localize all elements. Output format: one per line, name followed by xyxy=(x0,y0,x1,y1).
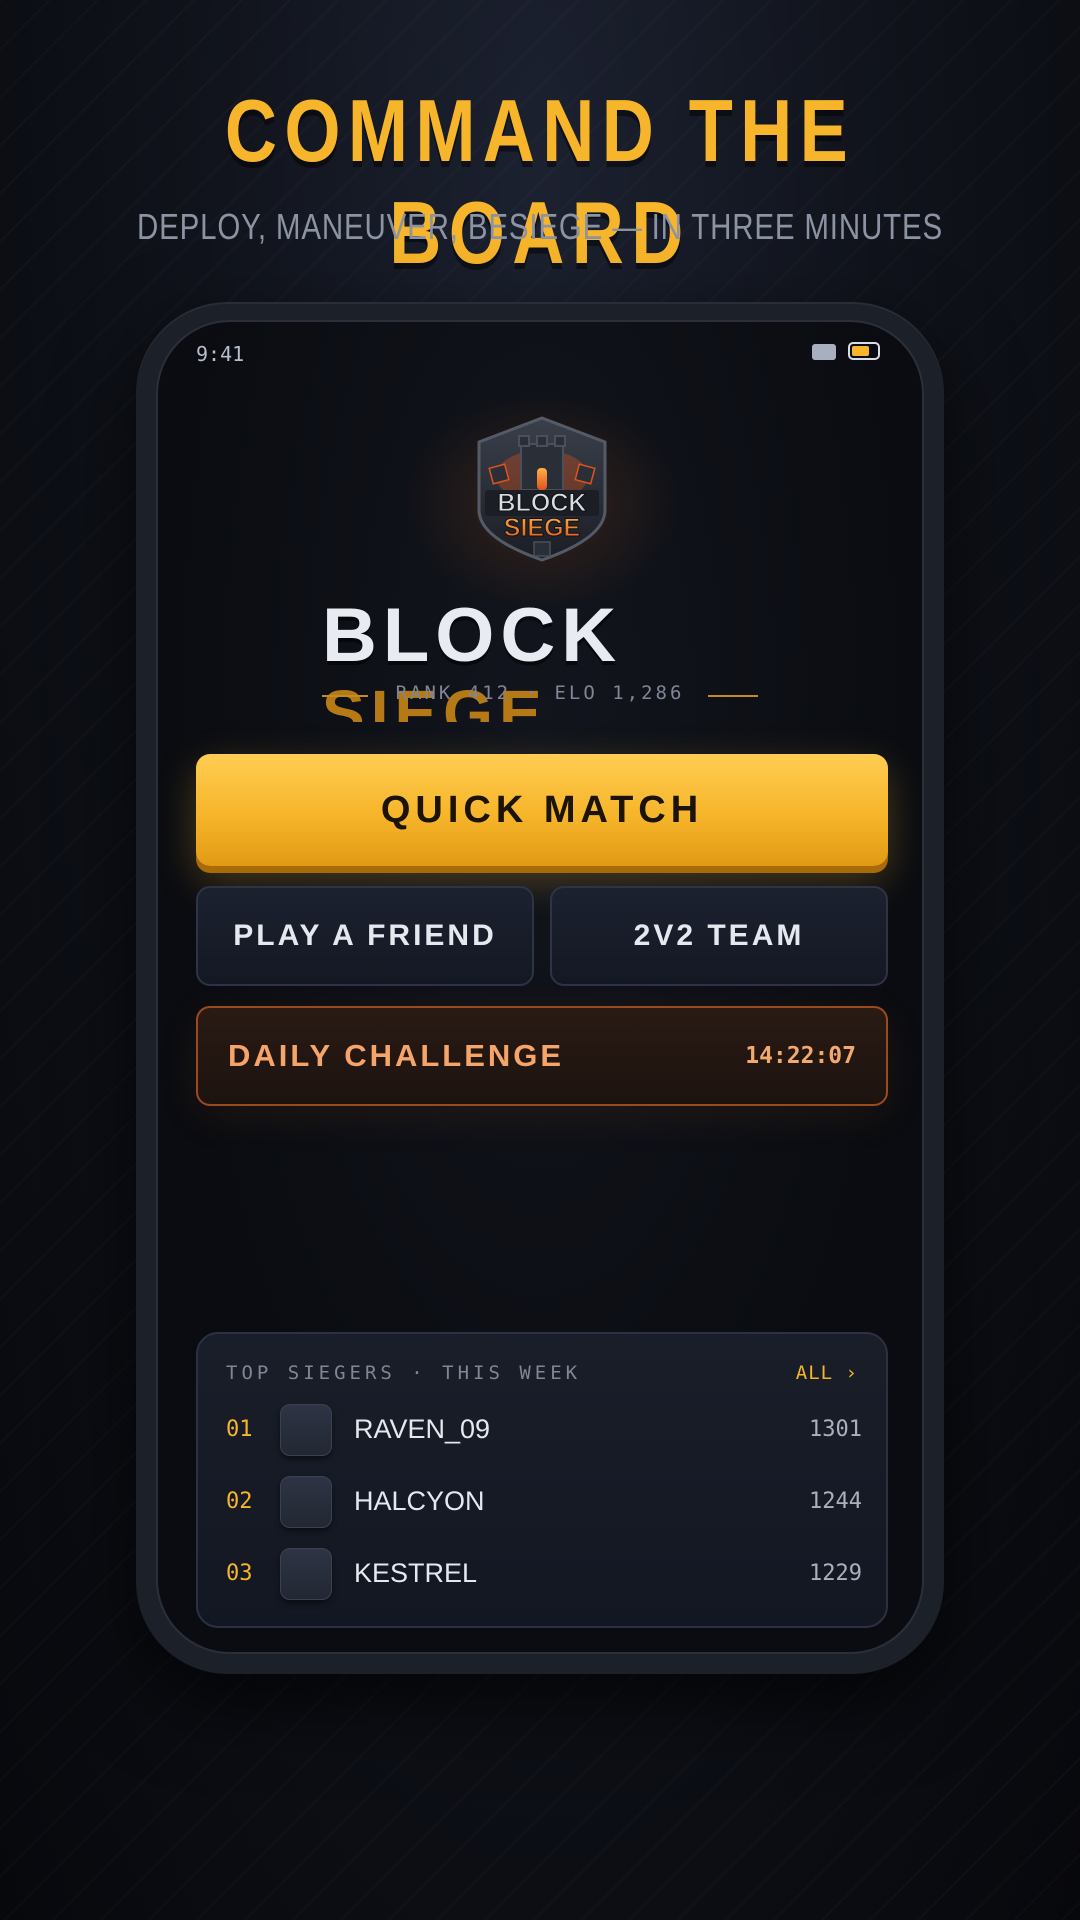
divider-right xyxy=(708,695,758,697)
subheadline: DEPLOY, MANEUVER, BESIEGE — IN THREE MIN… xyxy=(137,206,943,247)
status-time: 9:41 xyxy=(196,342,245,366)
daily-challenge-label: DAILY CHALLENGE xyxy=(228,1038,565,1073)
row-name: RAVEN_09 xyxy=(354,1414,491,1444)
daily-challenge-button[interactable]: DAILY CHALLENGE 14:22:07 xyxy=(196,1006,888,1106)
game-title: BLOCK xyxy=(322,593,623,678)
signal-icon xyxy=(812,344,836,360)
row-score: 1244 xyxy=(809,1489,862,1514)
row-rank: 01 xyxy=(226,1417,253,1442)
battery-icon xyxy=(848,342,880,360)
row-name: HALCYON xyxy=(354,1486,485,1516)
avatar xyxy=(280,1548,332,1600)
svg-text:SIEGE: SIEGE xyxy=(504,514,580,542)
avatar xyxy=(280,1404,332,1456)
player-stats-text: RANK 412 · ELO 1,286 xyxy=(395,682,685,704)
player-stats: RANK 412 · ELO 1,286 xyxy=(322,682,758,712)
play-friend-button[interactable]: PLAY A FRIEND xyxy=(196,886,534,986)
block-siege-castle-logo-icon: BLOCK SIEGE xyxy=(477,416,607,562)
avatar xyxy=(280,1476,332,1528)
phone-frame: 9:41 BLOCK SIEGE BLOCK SIEGE RANK 412 · … xyxy=(136,302,944,1674)
svg-text:BLOCK: BLOCK xyxy=(498,489,587,517)
leaderboard-title: TOP SIEGERS · THIS WEEK xyxy=(226,1362,582,1384)
row-rank: 03 xyxy=(226,1561,253,1586)
team-2v2-button[interactable]: 2V2 TEAM xyxy=(550,886,888,986)
row-score: 1229 xyxy=(809,1561,862,1586)
row-score: 1301 xyxy=(809,1417,862,1442)
leaderboard-all-link[interactable]: ALL › xyxy=(796,1362,858,1384)
headline: COMMAND THE BOARD xyxy=(224,81,856,282)
row-name: KESTREL xyxy=(354,1558,478,1588)
leaderboard-row[interactable]: 01 RAVEN_09 1301 xyxy=(226,1404,862,1458)
row-rank: 02 xyxy=(226,1489,253,1514)
daily-challenge-timer: 14:22:07 xyxy=(745,1043,856,1069)
leaderboard-row[interactable]: 02 HALCYON 1244 xyxy=(226,1476,862,1530)
leaderboard-card: TOP SIEGERS · THIS WEEK ALL › 01 RAVEN_0… xyxy=(196,1332,888,1628)
quick-match-button[interactable]: QUICK MATCH xyxy=(196,754,888,866)
leaderboard-row[interactable]: 03 KESTREL 1229 xyxy=(226,1548,862,1602)
phone-screen: 9:41 BLOCK SIEGE BLOCK SIEGE RANK 412 · … xyxy=(156,320,924,1654)
